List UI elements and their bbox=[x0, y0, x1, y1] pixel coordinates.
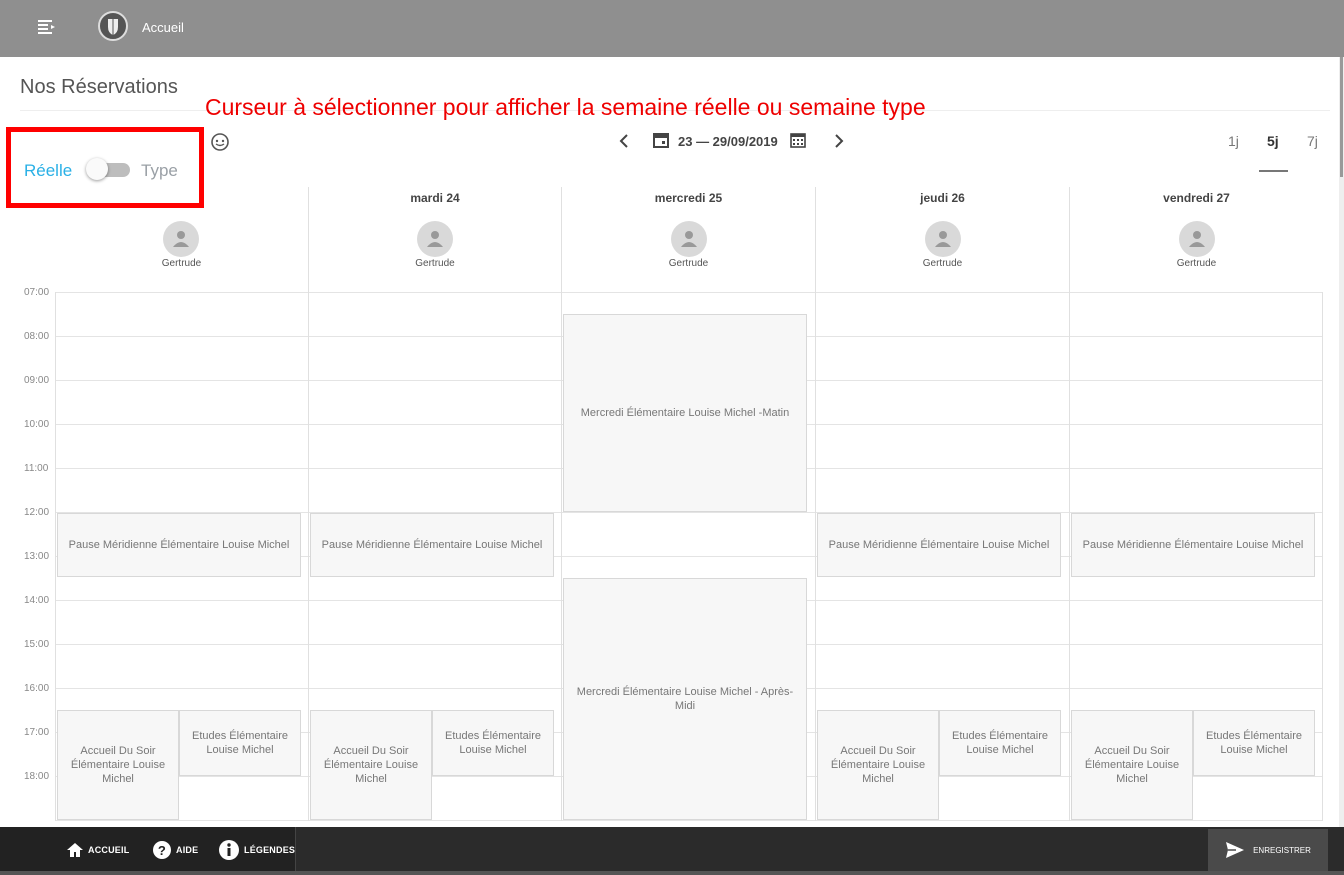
send-icon bbox=[1226, 842, 1245, 858]
footer-strip bbox=[0, 871, 1344, 875]
hour-label: 12:00 bbox=[24, 507, 50, 518]
event-accueil-soir[interactable]: Accueil Du Soir Élémentaire Louise Miche… bbox=[310, 710, 432, 820]
person-icon bbox=[1189, 231, 1205, 247]
day-header-thursday: jeudi 26 Gertrude bbox=[815, 187, 1069, 292]
svg-text:?: ? bbox=[158, 843, 166, 858]
hour-label: 14:00 bbox=[24, 595, 50, 606]
chevron-left-icon[interactable] bbox=[616, 132, 634, 150]
day-name: mardi 24 bbox=[410, 191, 460, 205]
toggle-knob[interactable] bbox=[86, 158, 108, 180]
person-icon bbox=[173, 231, 189, 247]
footer-accueil-label: ACCUEIL bbox=[88, 845, 130, 855]
event-accueil-soir[interactable]: Accueil Du Soir Élémentaire Louise Miche… bbox=[57, 710, 179, 820]
avatar bbox=[1179, 221, 1215, 257]
home-icon bbox=[67, 843, 83, 857]
day-header-monday: Gertrude bbox=[55, 187, 308, 292]
footer-aide-label: AIDE bbox=[176, 845, 199, 855]
event-pause-meridienne[interactable]: Pause Méridienne Élémentaire Louise Mich… bbox=[1071, 513, 1315, 577]
footer-bar: ACCUEIL ? AIDE LÉGENDES ENREGISTRER bbox=[0, 827, 1344, 875]
person-icon bbox=[935, 231, 951, 247]
week-type-toggle[interactable] bbox=[86, 158, 130, 180]
annotation-text: Curseur à sélectionner pour afficher la … bbox=[205, 94, 926, 120]
hour-label: 07:00 bbox=[24, 287, 50, 298]
avatar bbox=[925, 221, 961, 257]
person-name: Gertrude bbox=[922, 258, 963, 269]
person-name: Gertrude bbox=[668, 258, 709, 269]
person-icon bbox=[681, 231, 697, 247]
person-name: Gertrude bbox=[161, 258, 202, 269]
hour-gridline bbox=[55, 292, 1323, 293]
hour-label: 17:00 bbox=[24, 727, 50, 738]
footer-accueil-button[interactable]: ACCUEIL bbox=[66, 839, 129, 861]
event-accueil-soir[interactable]: Accueil Du Soir Élémentaire Louise Miche… bbox=[817, 710, 939, 820]
person-name: Gertrude bbox=[1176, 258, 1217, 269]
event-mercredi-matin[interactable]: Mercredi Élémentaire Louise Michel -Mati… bbox=[563, 314, 807, 512]
view-7-day-button[interactable]: 7j bbox=[1307, 133, 1318, 149]
hour-label: 09:00 bbox=[24, 375, 50, 386]
day-name: vendredi 27 bbox=[1163, 191, 1230, 205]
day-column-divider bbox=[1069, 292, 1070, 821]
event-pause-meridienne[interactable]: Pause Méridienne Élémentaire Louise Mich… bbox=[57, 513, 301, 577]
event-etudes[interactable]: Etudes Élémentaire Louise Michel bbox=[939, 710, 1061, 776]
save-label: ENREGISTRER bbox=[1253, 845, 1311, 855]
save-button[interactable]: ENREGISTRER bbox=[1208, 829, 1328, 871]
footer-legendes-label: LÉGENDES bbox=[244, 845, 296, 855]
event-mercredi-apres-midi[interactable]: Mercredi Élémentaire Louise Michel - Apr… bbox=[563, 578, 807, 820]
date-range-label[interactable]: 23 — 29/09/2019 bbox=[678, 134, 778, 149]
hour-label: 13:00 bbox=[24, 551, 50, 562]
event-pause-meridienne[interactable]: Pause Méridienne Élémentaire Louise Mich… bbox=[310, 513, 554, 577]
event-etudes[interactable]: Etudes Élémentaire Louise Michel bbox=[1193, 710, 1315, 776]
day-name: mercredi 25 bbox=[654, 191, 723, 205]
crest-logo[interactable] bbox=[98, 11, 128, 41]
day-column-divider bbox=[1322, 292, 1323, 821]
hour-label: 18:00 bbox=[24, 771, 50, 782]
top-bar: Accueil bbox=[0, 0, 1344, 57]
topbar-title[interactable]: Accueil bbox=[142, 20, 184, 35]
footer-legendes-button[interactable]: LÉGENDES bbox=[218, 839, 295, 861]
day-column-divider bbox=[308, 292, 309, 821]
chevron-right-icon[interactable] bbox=[829, 132, 847, 150]
day-header-wednesday: mercredi 25 Gertrude bbox=[561, 187, 815, 292]
menu-icon[interactable] bbox=[35, 17, 57, 39]
hour-label: 11:00 bbox=[24, 463, 49, 474]
event-etudes[interactable]: Etudes Élémentaire Louise Michel bbox=[432, 710, 554, 776]
hour-label: 10:00 bbox=[24, 419, 50, 430]
page-title: Nos Réservations bbox=[20, 76, 178, 98]
hour-label: 08:00 bbox=[24, 331, 50, 342]
toggle-label-reelle[interactable]: Réelle bbox=[24, 161, 72, 181]
toggle-label-type[interactable]: Type bbox=[141, 161, 178, 181]
week-calendar: Gertrude mardi 24 Gertrude mercredi 25 G… bbox=[0, 187, 1344, 827]
day-column-divider bbox=[561, 292, 562, 821]
help-icon: ? bbox=[153, 841, 171, 859]
face-icon[interactable] bbox=[210, 132, 230, 152]
view-5-day-button[interactable]: 5j bbox=[1267, 133, 1279, 149]
hour-gridline bbox=[55, 820, 1323, 821]
view-1-day-button[interactable]: 1j bbox=[1228, 133, 1239, 149]
person-icon bbox=[427, 231, 443, 247]
footer-aide-button[interactable]: ? AIDE bbox=[152, 839, 198, 861]
calendar-icon[interactable] bbox=[652, 131, 670, 149]
day-column-divider bbox=[815, 292, 816, 821]
footer-nav: ACCUEIL ? AIDE LÉGENDES bbox=[0, 827, 296, 871]
hour-label: 15:00 bbox=[24, 639, 50, 650]
event-etudes[interactable]: Etudes Élémentaire Louise Michel bbox=[179, 710, 301, 776]
day-header-friday: vendredi 27 Gertrude bbox=[1069, 187, 1323, 292]
avatar bbox=[163, 221, 199, 257]
calendar-grid-icon[interactable] bbox=[789, 131, 807, 149]
person-name: Gertrude bbox=[415, 258, 455, 269]
event-accueil-soir[interactable]: Accueil Du Soir Élémentaire Louise Miche… bbox=[1071, 710, 1193, 820]
day-name: jeudi 26 bbox=[920, 191, 965, 205]
avatar bbox=[417, 221, 453, 257]
day-column-divider bbox=[55, 292, 56, 821]
event-pause-meridienne[interactable]: Pause Méridienne Élémentaire Louise Mich… bbox=[817, 513, 1061, 577]
day-header-tuesday: mardi 24 Gertrude bbox=[308, 187, 561, 292]
hour-label: 16:00 bbox=[24, 683, 50, 694]
info-icon bbox=[219, 840, 239, 860]
avatar bbox=[671, 221, 707, 257]
active-view-indicator bbox=[1259, 170, 1288, 172]
